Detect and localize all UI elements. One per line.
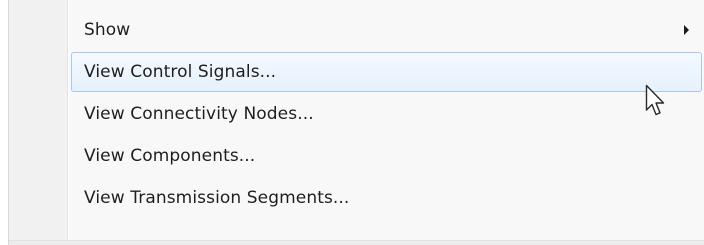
menu-item-show[interactable]: Show: [71, 10, 702, 50]
chevron-right-icon: [684, 25, 689, 35]
menu-item-label: View Transmission Segments...: [84, 188, 350, 208]
mouse-pointer-icon: [645, 84, 665, 116]
menu-item-label: View Connectivity Nodes...: [84, 104, 314, 124]
menu-item-view-control-signals[interactable]: View Control Signals...: [71, 52, 702, 92]
menu-item-label: View Components...: [84, 146, 256, 166]
menu-item-view-connectivity-nodes[interactable]: View Connectivity Nodes...: [71, 94, 702, 134]
menu-item-view-components[interactable]: View Components...: [71, 136, 702, 176]
menu-item-label: Show: [84, 20, 131, 40]
menu-item-view-transmission-segments[interactable]: View Transmission Segments...: [71, 178, 702, 218]
menu-item-label: View Control Signals...: [84, 62, 277, 82]
context-menu: Show View Control Signals... View Connec…: [8, 0, 704, 245]
menu-icon-gutter: [9, 0, 69, 245]
